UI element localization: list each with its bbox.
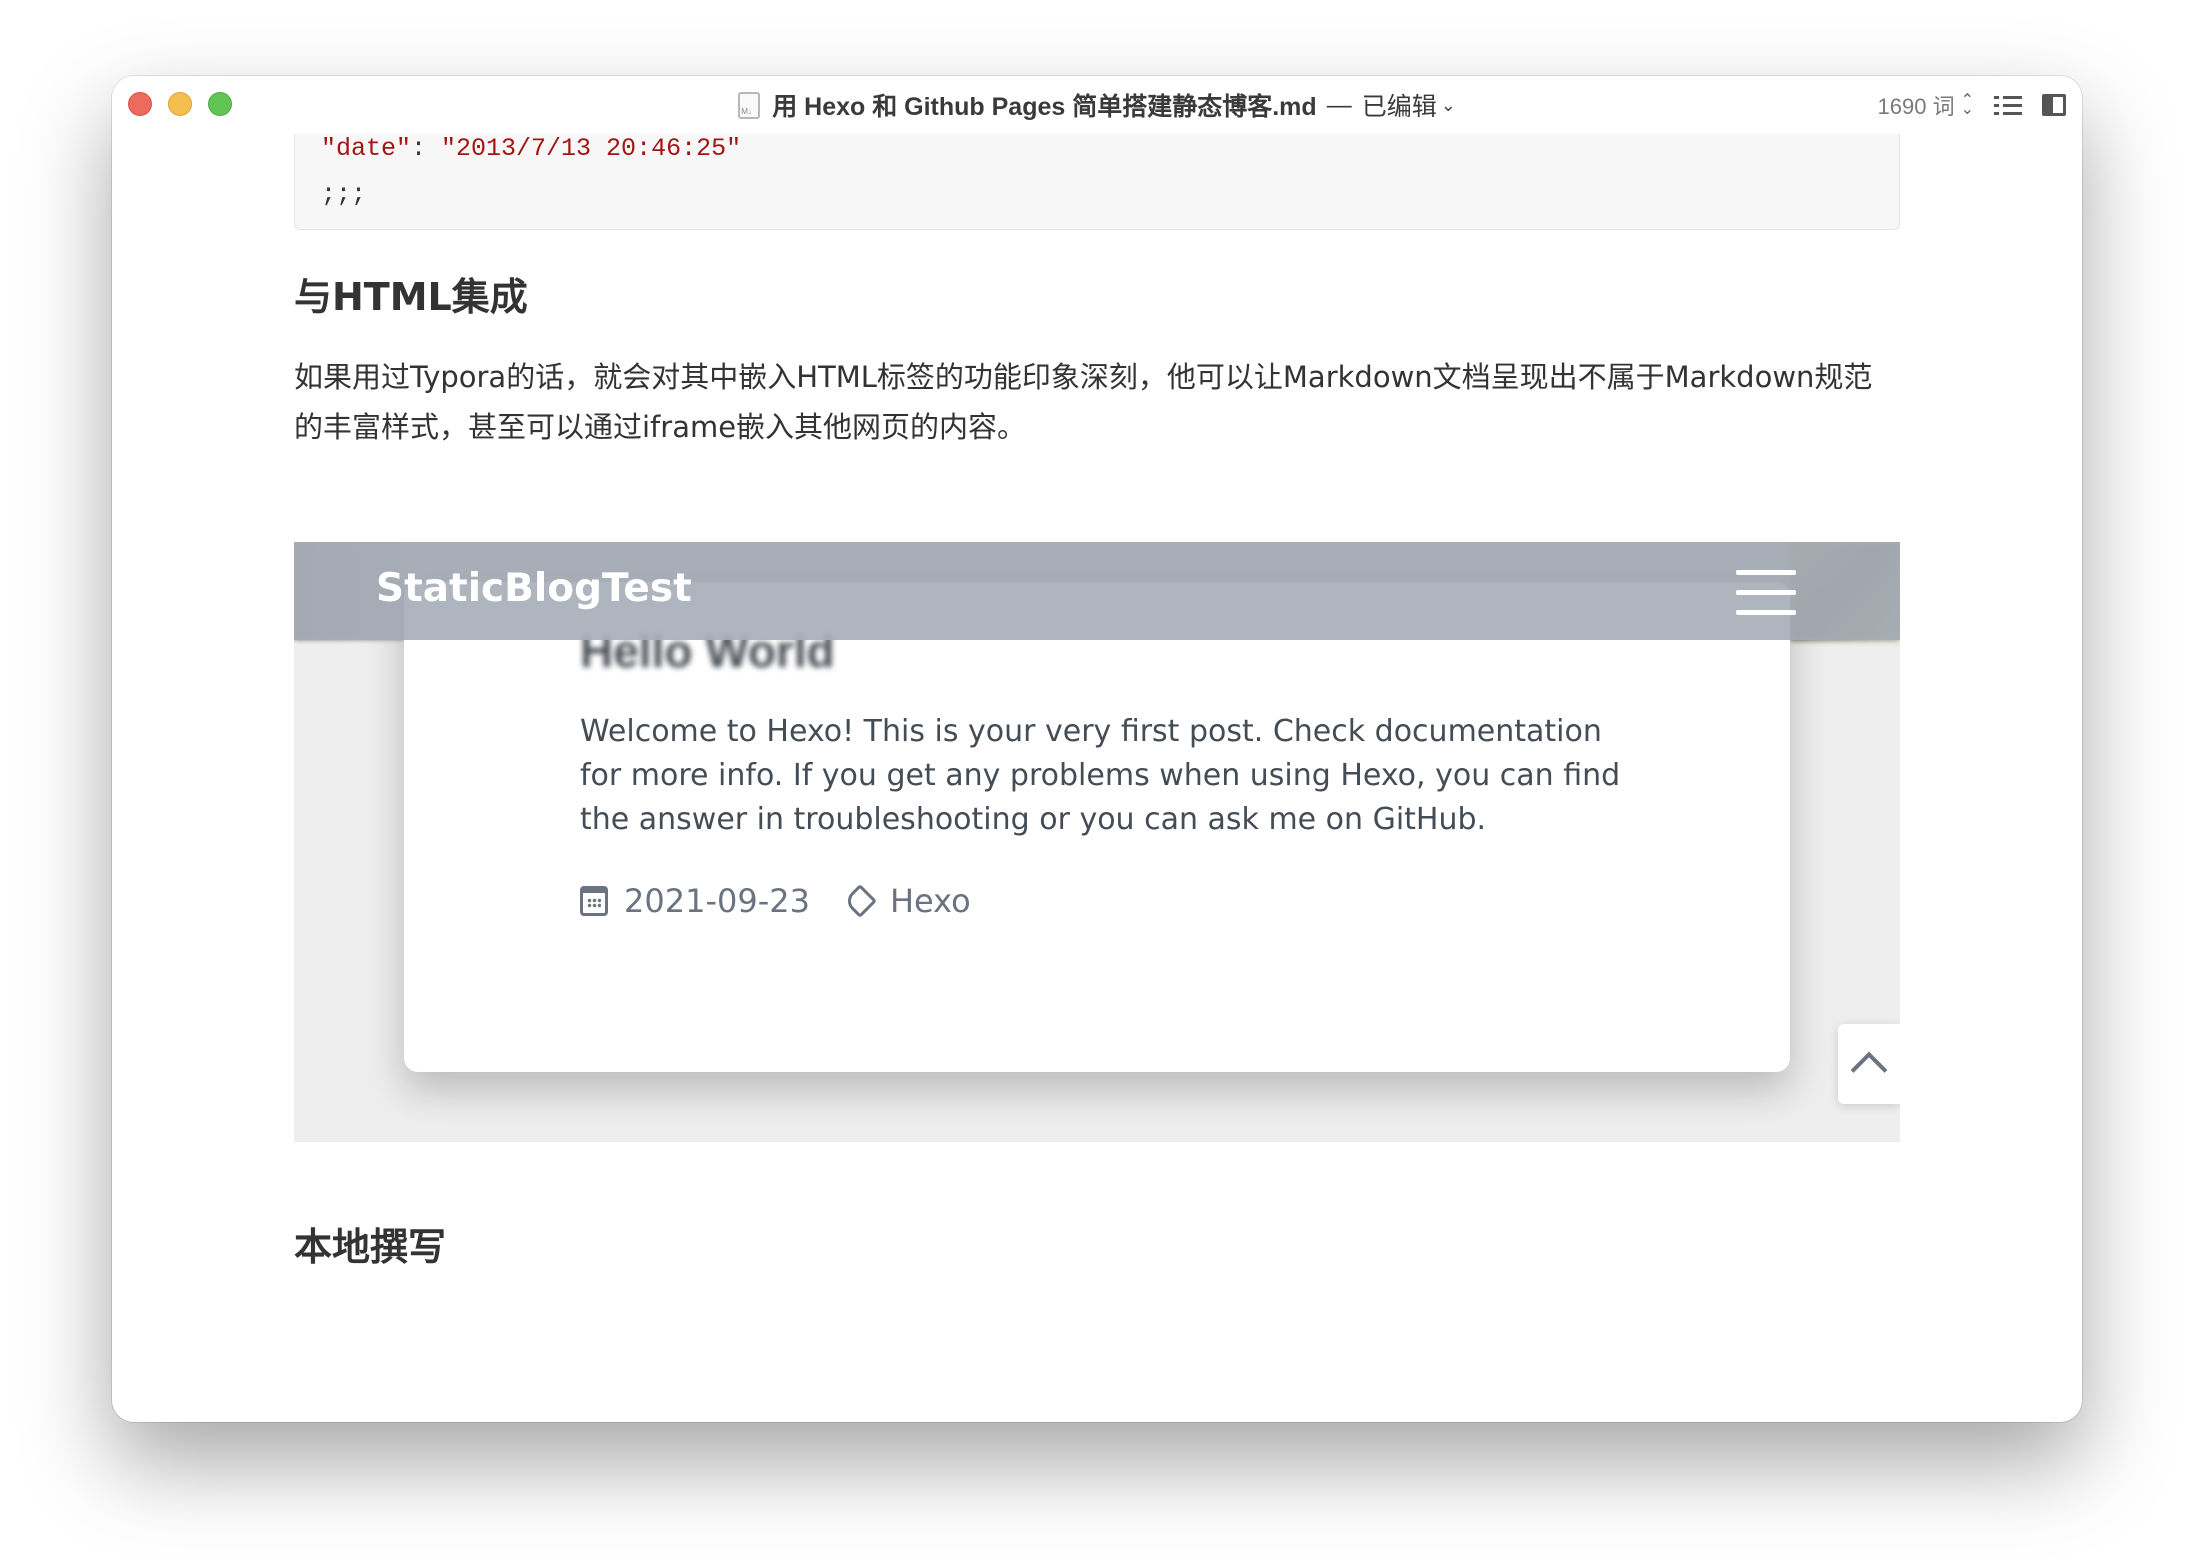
- document-name[interactable]: 用 Hexo 和 Github Pages 简单搭建静态博客.md: [772, 87, 1317, 123]
- titlebar-tools: 1690 词 ⌃ ⌄: [1878, 76, 2066, 134]
- back-to-top-button[interactable]: [1838, 1024, 1900, 1104]
- code-value: "2013/7/13 20:46:25": [441, 134, 742, 163]
- heading-html-integration: 与HTML集成: [294, 275, 528, 319]
- typora-window: 用 Hexo 和 Github Pages 简单搭建静态博客.md — 已编辑 …: [112, 76, 2082, 1422]
- code-block[interactable]: "date": "2013/7/13 20:46:25" ;;;: [294, 134, 1900, 230]
- sidebar-toggle-icon[interactable]: [2042, 94, 2066, 116]
- updown-chevron-icon: ⌃ ⌄: [1960, 92, 1974, 118]
- word-count[interactable]: 1690 词 ⌃ ⌄: [1878, 89, 1974, 121]
- paragraph: 如果用过Typora的话，就会对其中嵌入HTML标签的功能印象深刻，他可以让Ma…: [294, 360, 1873, 444]
- chevron-up-icon: [1850, 1051, 1888, 1089]
- post-tag[interactable]: Hexo: [890, 882, 971, 920]
- close-button[interactable]: [128, 92, 152, 116]
- minimize-button[interactable]: [168, 92, 192, 116]
- heading-local-writing: 本地撰写: [294, 1225, 447, 1269]
- code-line: "date": "2013/7/13 20:46:25": [321, 134, 741, 163]
- title-separator: —: [1326, 90, 1352, 119]
- post-excerpt: Welcome to Hexo! This is your very first…: [580, 714, 1621, 837]
- post-date: 2021-09-23: [624, 882, 810, 920]
- hamburger-icon[interactable]: [1736, 570, 1796, 616]
- word-count-label: 1690 词: [1877, 94, 1955, 119]
- titlebar: 用 Hexo 和 Github Pages 简单搭建静态博客.md — 已编辑 …: [112, 76, 2082, 134]
- window-title: 用 Hexo 和 Github Pages 简单搭建静态博客.md — 已编辑 …: [112, 76, 2082, 134]
- post-card: Hello World Welcome to Hexo! This is you…: [404, 582, 1790, 1072]
- code-key: "date": [321, 134, 412, 163]
- chevron-down-icon[interactable]: ⌄: [1441, 95, 1456, 116]
- blog-brand[interactable]: StaticBlogTest: [376, 566, 692, 611]
- outline-icon[interactable]: [1994, 94, 2022, 116]
- embedded-iframe[interactable]: Hello World Welcome to Hexo! This is you…: [294, 542, 1900, 1142]
- markdown-file-icon: [738, 91, 761, 119]
- zoom-button[interactable]: [208, 92, 232, 116]
- code-line: ;;;: [321, 180, 367, 209]
- post-meta: 2021-09-23 Hexo: [580, 882, 971, 920]
- traffic-lights: [128, 92, 232, 116]
- edited-status[interactable]: 已编辑: [1362, 87, 1437, 123]
- blog-navbar: StaticBlogTest: [294, 542, 1900, 640]
- code-colon: :: [411, 134, 442, 163]
- calendar-icon: [580, 886, 608, 916]
- tag-icon: [842, 884, 877, 918]
